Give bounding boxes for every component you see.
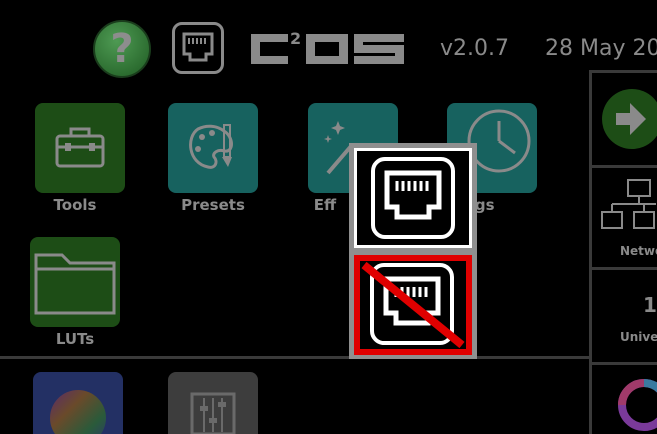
network-status-button[interactable] <box>172 22 224 74</box>
presets-tile[interactable] <box>168 103 258 193</box>
arrow-right-icon <box>602 89 657 149</box>
network-disconnected-option[interactable] <box>354 255 472 355</box>
svg-text:2: 2 <box>290 29 301 48</box>
color-wheel-icon <box>50 390 106 434</box>
ethernet-port-icon <box>371 157 455 239</box>
c2os-main-screen: ? 2 v2.0.7 28 May 20 Tools Presets Eff L… <box>0 0 657 434</box>
color-settings-box[interactable] <box>592 362 657 434</box>
version-label: v2.0.7 <box>440 36 509 61</box>
network-tree-icon <box>601 179 656 229</box>
palette-icon <box>189 124 233 169</box>
side-next-box[interactable] <box>592 70 657 165</box>
divider-horizontal <box>0 356 592 359</box>
network-connected-option[interactable] <box>354 148 472 248</box>
tools-tile[interactable] <box>35 103 125 193</box>
mixer-tile[interactable] <box>168 372 258 434</box>
toolbox-icon <box>55 127 105 168</box>
ethernet-port-disabled-icon <box>361 261 465 349</box>
network-toggle-popup <box>349 143 477 359</box>
presets-label: Presets <box>181 196 245 214</box>
ethernet-port-icon <box>182 32 214 62</box>
folder-icon <box>34 253 116 315</box>
date-label: 28 May 20 <box>545 36 657 61</box>
universe-count: 1 <box>643 293 657 317</box>
c2os-logo: 2 <box>251 29 404 64</box>
luts-label: LUTs <box>55 330 95 348</box>
color-tile[interactable] <box>33 372 123 434</box>
universe-label: Unive <box>620 330 657 344</box>
tools-label: Tools <box>53 196 97 214</box>
network-label: Netwo <box>620 244 657 258</box>
sliders-icon <box>190 392 236 434</box>
luts-tile[interactable] <box>30 237 120 327</box>
question-mark-icon: ? <box>110 26 134 72</box>
color-ring-icon <box>618 379 657 431</box>
help-button[interactable]: ? <box>93 20 151 78</box>
